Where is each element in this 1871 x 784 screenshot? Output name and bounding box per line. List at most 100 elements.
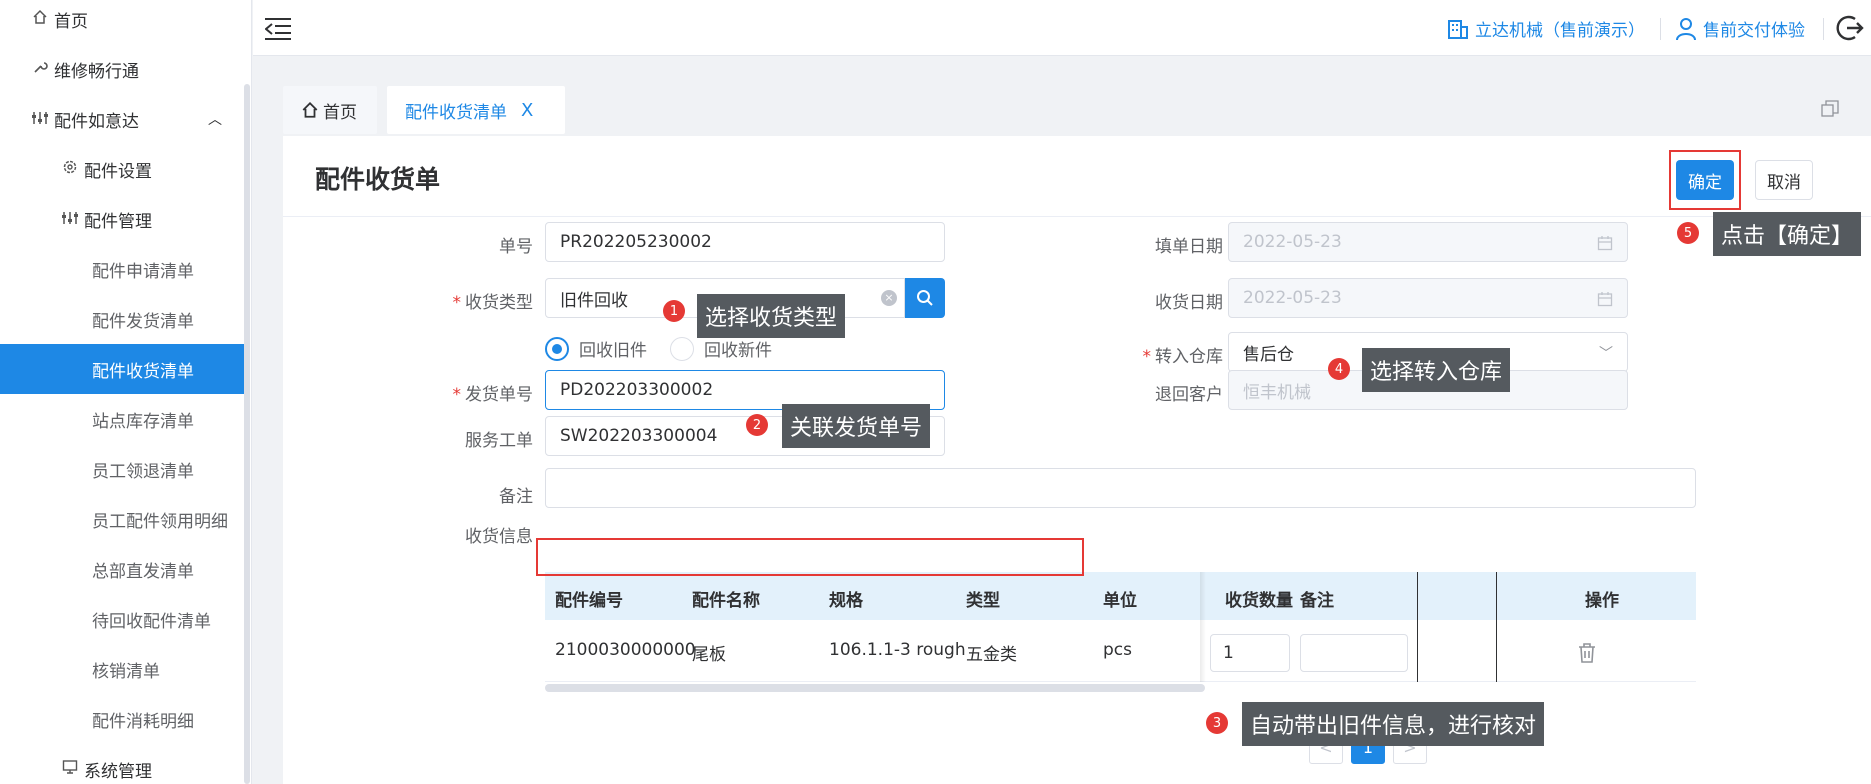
- step-badge-2: 2: [746, 414, 768, 436]
- sidebar-item-parts-ship[interactable]: 配件发货清单: [0, 294, 244, 344]
- sidebar-item-parts-apply[interactable]: 配件申请清单: [0, 244, 244, 294]
- qty-input[interactable]: 1: [1210, 634, 1290, 672]
- search-icon: [917, 290, 933, 306]
- wrench-icon: [30, 59, 50, 79]
- tab-parts-receive[interactable]: 配件收货清单 X: [387, 86, 565, 134]
- ship-no-label-text: 发货单号: [465, 385, 533, 405]
- sidebar-item-label: 系统管理: [84, 761, 152, 782]
- top-header: 立达机械（售前演示） 售前交付体验: [253, 0, 1871, 56]
- col-header: 操作: [1585, 591, 1619, 611]
- menu-toggle-icon[interactable]: [265, 16, 291, 40]
- delete-icon[interactable]: [1577, 642, 1597, 664]
- cell-unit: pcs: [1103, 640, 1132, 660]
- home-icon: [302, 101, 318, 118]
- radio-recycle-new[interactable]: 回收新件: [670, 336, 772, 361]
- sidebar-item-consumption[interactable]: 配件消耗明细: [0, 694, 244, 744]
- company-switcher[interactable]: 立达机械（售前演示）: [1447, 16, 1645, 41]
- sidebar-item-home[interactable]: 首页: [0, 0, 244, 44]
- sidebar-item-label: 员工配件领用明细: [92, 511, 228, 532]
- column-divider: [1417, 572, 1418, 682]
- order-no-input[interactable]: PR202205230002: [545, 222, 945, 262]
- close-icon[interactable]: X: [521, 100, 533, 121]
- table-row: 2100030000000 尾板 106.1.1-3 rough 五金类 pcs: [545, 620, 1696, 682]
- remark-textarea[interactable]: [545, 468, 1696, 508]
- service-order-label: 服务工单: [465, 431, 533, 451]
- cell-name: 尾板: [692, 645, 726, 665]
- table-scrollbar[interactable]: [545, 684, 1205, 692]
- cell-type: 五金类: [966, 645, 1017, 665]
- fixed-column-shadow: [1200, 572, 1206, 682]
- sidebar-scrollbar[interactable]: [244, 84, 250, 784]
- step-badge-1: 1: [663, 300, 685, 322]
- col-header: 规格: [829, 591, 863, 611]
- sidebar-item-label: 站点库存清单: [92, 411, 194, 432]
- sidebar-item-parts[interactable]: 配件如意达 ︿: [0, 94, 244, 144]
- tab-label: 配件收货清单: [405, 102, 507, 123]
- monitor-icon: [60, 759, 80, 779]
- col-header: 类型: [966, 591, 1000, 611]
- return-customer-label: 退回客户: [1155, 385, 1223, 405]
- callout-2: 关联发货单号: [782, 404, 931, 448]
- sidebar-item-parts-receive[interactable]: 配件收货清单: [0, 344, 244, 394]
- sidebar-item-repair[interactable]: 维修畅行通: [0, 44, 244, 94]
- sidebar-item-label: 待回收配件清单: [92, 611, 211, 632]
- calendar-icon: [1597, 292, 1613, 307]
- chevron-up-icon: ︿: [208, 112, 222, 128]
- col-header: 配件编号: [555, 591, 623, 611]
- ship-no-label: * 发货单号: [452, 385, 534, 405]
- sliders-icon: [60, 210, 80, 229]
- sidebar-item-staff-return[interactable]: 员工领退清单: [0, 444, 244, 494]
- copy-icon[interactable]: [1821, 100, 1839, 118]
- sidebar-item-label: 配件管理: [84, 211, 152, 232]
- step-badge-3: 3: [1206, 712, 1228, 734]
- sidebar-item-label: 核销清单: [92, 661, 160, 682]
- receive-type-label: * 收货类型: [452, 293, 534, 313]
- fill-date-label: 填单日期: [1155, 237, 1223, 257]
- receive-form-card: 配件收货单 确定 取消 单号 PR202205230002 填单日期 2022-…: [283, 136, 1871, 784]
- header-divider: [1823, 18, 1824, 40]
- user-name: 售前交付体验: [1703, 21, 1805, 41]
- sidebar-item-site-stock[interactable]: 站点库存清单: [0, 394, 244, 444]
- sidebar-item-parts-settings[interactable]: 配件设置: [0, 144, 244, 194]
- callout-5: 点击【确定】: [1713, 212, 1862, 256]
- sidebar-item-system[interactable]: 系统管理: [0, 744, 244, 784]
- cell-spec: 106.1.1-3 rough: [829, 640, 966, 660]
- col-header: 备注: [1300, 591, 1334, 611]
- tab-label: 首页: [323, 102, 357, 123]
- receive-type-search-button[interactable]: [905, 278, 945, 318]
- radio-recycle-old[interactable]: 回收旧件: [545, 336, 647, 361]
- sidebar-item-writeoff[interactable]: 核销清单: [0, 644, 244, 694]
- callout-4: 选择转入仓库: [1362, 348, 1511, 392]
- tab-home[interactable]: 首页: [283, 86, 377, 134]
- header-divider: [1660, 18, 1661, 40]
- warehouse-value: 售后仓: [1243, 344, 1294, 365]
- cancel-button[interactable]: 取消: [1755, 160, 1813, 200]
- building-icon: [1448, 19, 1468, 39]
- receive-info-label: 收货信息: [465, 527, 533, 547]
- highlight-confirm: [1669, 150, 1741, 210]
- user-menu[interactable]: 售前交付体验: [1675, 16, 1805, 41]
- home-icon: [30, 9, 50, 29]
- warehouse-label-text: 转入仓库: [1155, 347, 1223, 367]
- sidebar-item-pending-recycle[interactable]: 待回收配件清单: [0, 594, 244, 644]
- sidebar-item-label: 配件发货清单: [92, 311, 194, 332]
- sidebar-item-label: 维修畅行通: [54, 61, 139, 82]
- tab-bar: 首页 配件收货清单 X: [253, 56, 1871, 136]
- sidebar-item-label: 员工领退清单: [92, 461, 194, 482]
- col-header: 收货数量: [1225, 591, 1293, 611]
- sidebar-item-label: 配件申请清单: [92, 261, 194, 282]
- receive-type-label-text: 收货类型: [465, 293, 533, 313]
- radio-label: 回收新件: [704, 341, 772, 361]
- logout-icon[interactable]: [1835, 13, 1865, 43]
- page-title: 配件收货单: [315, 165, 441, 194]
- fill-date-input[interactable]: 2022-05-23: [1228, 222, 1628, 262]
- receive-date-value: 2022-05-23: [1243, 288, 1342, 308]
- sidebar-item-staff-usage[interactable]: 员工配件领用明细: [0, 494, 244, 544]
- col-header: 单位: [1103, 591, 1137, 611]
- row-remark-input[interactable]: [1300, 634, 1408, 672]
- receive-date-input[interactable]: 2022-05-23: [1228, 278, 1628, 318]
- sidebar-item-parts-management[interactable]: 配件管理: [0, 194, 244, 244]
- sidebar-item-hq-direct[interactable]: 总部直发清单: [0, 544, 244, 594]
- user-icon: [1676, 17, 1696, 40]
- clear-icon[interactable]: ×: [881, 290, 897, 306]
